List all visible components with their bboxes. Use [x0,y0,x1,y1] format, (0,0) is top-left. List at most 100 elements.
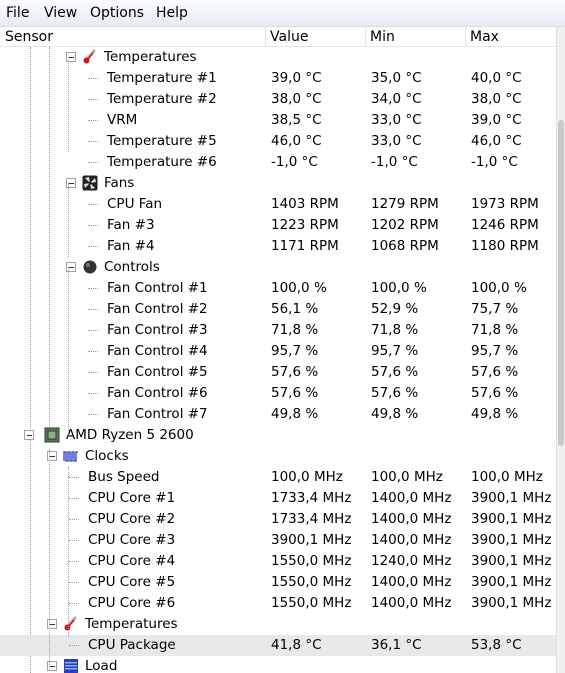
sensor-value: 38,5 °C [271,112,322,128]
sensor-label: Fan Control #4 [107,343,208,359]
sensor-value: 1550,0 MHz [271,553,352,569]
sensor-row[interactable]: Temperature #5 46,0 °C 33,0 °C 46,0 °C [0,131,556,152]
tree-connector-line [88,162,98,163]
tree-connector-line [69,582,79,583]
sensor-row[interactable]: CPU Core #2 1733,4 MHz 1400,0 MHz 3900,1 MH… [0,509,556,530]
tree-connector-line [69,561,79,562]
sensor-value: 46,0 °C [271,133,322,149]
column-sensor[interactable]: Sensor [5,29,53,45]
sensor-min: 1400,0 MHz [371,511,452,527]
sensor-value: 57,6 % [271,385,319,401]
sensor-max: 3900,1 MHz [471,574,552,590]
tree-connector-line [88,288,98,289]
sensor-row[interactable]: Fan Control #3 71,8 % 71,8 % 71,8 % [0,320,556,341]
sensor-row[interactable]: CPU Fan 1403 RPM 1279 RPM 1973 RPM [0,194,556,215]
sensor-row[interactable]: Fan Control #5 57,6 % 57,6 % 57,6 % [0,362,556,383]
sensor-max: 100,0 MHz [471,469,543,485]
sensor-row[interactable]: Fan #4 1171 RPM 1068 RPM 1180 RPM [0,236,556,257]
sensor-group-row[interactable]: Clocks [0,446,556,467]
sensor-row[interactable]: Bus Speed 100,0 MHz 100,0 MHz 100,0 MHz [0,467,556,488]
sensor-min: 71,8 % [371,322,419,338]
sensor-row[interactable]: Temperature #6 -1,0 °C -1,0 °C -1,0 °C [0,152,556,173]
column-divider[interactable] [365,27,366,46]
sensor-max: 3900,1 MHz [471,553,552,569]
sensor-label: Temperature #6 [107,154,217,170]
sensor-row[interactable]: Fan Control #6 57,6 % 57,6 % 57,6 % [0,383,556,404]
column-divider[interactable] [265,27,266,46]
sensor-min: 36,1 °C [371,637,422,653]
sensor-row[interactable]: Fan Control #7 49,8 % 49,8 % 49,8 % [0,404,556,425]
sensor-row[interactable]: CPU Package 41,8 °C 36,1 °C 53,8 °C [0,635,556,656]
sensor-label: Fan Control #7 [107,406,208,422]
sensor-value: 1733,4 MHz [271,511,352,527]
column-max[interactable]: Max [470,29,499,45]
menu-help[interactable]: Help [156,5,188,21]
sensor-max: -1,0 °C [471,154,518,170]
sensor-row[interactable]: Fan #3 1223 RPM 1202 RPM 1246 RPM [0,215,556,236]
sensor-row[interactable]: Fan Control #2 56,1 % 52,9 % 75,7 % [0,299,556,320]
sensor-label: CPU Package [88,637,176,653]
tree-connector-line [69,645,79,646]
sensor-min: 1400,0 MHz [371,532,452,548]
sensor-label: CPU Core #1 [88,490,176,506]
sensor-min: 1068 RPM [371,238,439,254]
tree-connector-line [88,99,98,100]
sensor-max: 3900,1 MHz [471,511,552,527]
sensor-row[interactable]: Temperature #1 39,0 °C 35,0 °C 40,0 °C [0,68,556,89]
tree-connector-line [69,519,79,520]
vertical-scrollbar[interactable] [556,27,565,673]
tree-connector-line [88,351,98,352]
sensor-row[interactable]: Fan Control #4 95,7 % 95,7 % 95,7 % [0,341,556,362]
sensor-row[interactable]: CPU Core #5 1550,0 MHz 1400,0 MHz 3900,1 MH… [0,572,556,593]
column-min[interactable]: Min [370,29,395,45]
load-icon [63,658,79,673]
sensor-max: 1246 RPM [471,217,539,233]
scrollbar-thumb[interactable] [558,120,564,446]
sensor-min: 33,0 °C [371,112,422,128]
sensor-row[interactable]: VRM 38,5 °C 33,0 °C 39,0 °C [0,110,556,131]
sensor-row[interactable]: CPU Core #4 1550,0 MHz 1240,0 MHz 3900,1 MH… [0,551,556,572]
sensor-group-row[interactable]: Load [0,656,556,673]
sensor-label: Fan Control #1 [107,280,208,296]
sensor-group-row[interactable]: Temperatures [0,47,556,68]
sensor-min: 95,7 % [371,343,419,359]
column-value[interactable]: Value [270,29,308,45]
sensor-group-row[interactable]: Controls [0,257,556,278]
sensor-row[interactable]: CPU Core #3 3900,1 MHz 1400,0 MHz 3900,1 MH… [0,530,556,551]
sensor-min: 100,0 MHz [371,469,443,485]
menu-options[interactable]: Options [90,5,144,21]
column-header: Sensor Value Min Max [0,27,565,47]
sensor-row[interactable]: Fan Control #1 100,0 % 100,0 % 100,0 % [0,278,556,299]
tree-connector-line [88,225,98,226]
sensor-row[interactable]: CPU Core #6 1550,0 MHz 1400,0 MHz 3900,1 MH… [0,593,556,614]
sensor-max: 38,0 °C [471,91,522,107]
hardware-row[interactable]: AMD Ryzen 5 2600 [0,425,556,446]
sensor-max: 57,6 % [471,385,519,401]
collapse-toggle[interactable] [24,430,34,440]
tree-connector-line [88,414,98,415]
sensor-row[interactable]: Temperature #2 38,0 °C 34,0 °C 38,0 °C [0,89,556,110]
tree-connector-line [68,57,69,152]
fan-icon [82,175,98,191]
sensor-label: AMD Ryzen 5 2600 [66,427,194,443]
sensor-label: Fans [104,175,135,191]
tree-connector-line [68,267,69,437]
sensor-max: 100,0 % [471,280,527,296]
tree-connector-line [88,78,98,79]
sensor-value: 1403 RPM [271,196,339,212]
sensor-row[interactable]: CPU Core #1 1733,4 MHz 1400,0 MHz 3900,1 MH… [0,488,556,509]
sensor-tree[interactable]: Temperatures Temperature #1 39,0 °C 35,0 °C… [0,47,556,673]
tree-connector-line [69,498,79,499]
tree-connector-line [88,204,98,205]
sensor-group-row[interactable]: Temperatures [0,614,556,635]
sensor-min: 35,0 °C [371,70,422,86]
menu-file[interactable]: File [6,5,29,21]
column-divider[interactable] [465,27,466,46]
sensor-max: 39,0 °C [471,112,522,128]
sensor-value: 56,1 % [271,301,319,317]
menu-view[interactable]: View [44,5,77,21]
thermometer-icon [82,49,98,65]
sensor-group-row[interactable]: Fans [0,173,556,194]
sensor-min: 57,6 % [371,385,419,401]
sensor-label: CPU Core #5 [88,574,176,590]
